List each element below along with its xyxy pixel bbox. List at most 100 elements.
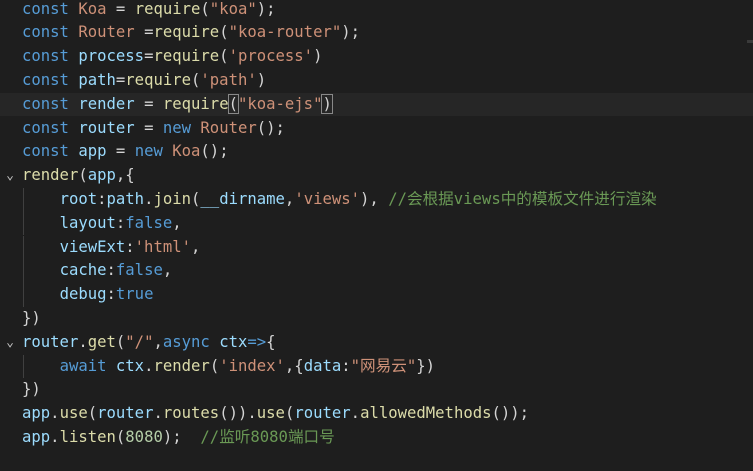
code-token: = xyxy=(134,118,163,137)
code-token: 'views' xyxy=(294,189,361,208)
code-token: data xyxy=(303,356,342,375)
code-line[interactable]: cache:false, xyxy=(0,259,753,284)
code-token: const xyxy=(22,70,69,89)
code-line[interactable]: const Koa = require("koa"); xyxy=(0,0,753,21)
code-token: router xyxy=(78,118,135,137)
code-line[interactable]: layout:false, xyxy=(0,211,753,236)
code-token: Router xyxy=(78,23,135,42)
code-line[interactable]: debug:true xyxy=(0,283,753,307)
code-line[interactable]: const router = new Router(); xyxy=(0,117,753,141)
code-token: : xyxy=(106,261,116,280)
code-token: render xyxy=(78,94,135,113)
code-token: listen xyxy=(59,427,116,446)
code-token: true xyxy=(115,285,154,304)
fold-chevron-icon[interactable]: ⌄ xyxy=(2,164,18,188)
code-token: app xyxy=(22,404,51,423)
scrollbar-marker xyxy=(747,40,753,43)
code-token: ( xyxy=(227,93,240,114)
code-token: new xyxy=(162,118,192,137)
code-token: ( xyxy=(219,23,229,42)
code-token: ctx xyxy=(115,356,145,375)
code-line[interactable]: }) xyxy=(0,378,753,402)
code-token: "koa-ejs" xyxy=(237,94,323,113)
code-editor[interactable]: const Koa = require("koa"); const Router … xyxy=(0,0,753,471)
code-token: ( xyxy=(115,332,126,351)
code-token: = xyxy=(134,94,163,113)
code-line[interactable]: const app = new Koa(); xyxy=(0,140,753,164)
code-token: router xyxy=(22,332,79,351)
code-token: : xyxy=(115,213,126,232)
code-text: cache:false, xyxy=(22,259,173,283)
code-token: await xyxy=(59,356,107,375)
code-line[interactable]: viewExt:'html', xyxy=(0,235,753,260)
code-token: const xyxy=(22,23,69,42)
code-line[interactable]: app.listen(8080); //监听8080端口号 xyxy=(0,426,753,450)
code-token: async xyxy=(162,332,210,351)
code-text: router.get("/",async ctx=>{ xyxy=(22,331,276,355)
code-token: require xyxy=(162,94,229,113)
code-token: ctx xyxy=(219,332,248,351)
code-token: viewExt xyxy=(59,237,126,256)
code-line[interactable]: const path=require('path') xyxy=(0,69,753,93)
code-line[interactable]: const Router =require("koa-router"); xyxy=(0,21,753,45)
code-token: render xyxy=(22,166,79,185)
fold-chevron-icon[interactable]: ⌄ xyxy=(2,331,18,355)
code-line[interactable]: await ctx.render('index',{data:"网易云"}) xyxy=(0,354,753,379)
code-token: 'index' xyxy=(219,356,285,375)
code-token: use xyxy=(59,404,88,423)
code-token: . xyxy=(50,427,60,446)
code-token: ( xyxy=(191,189,201,208)
code-token: ); xyxy=(256,0,276,18)
code-line[interactable]: const render = require("koa-ejs") xyxy=(0,92,753,117)
code-token: }) xyxy=(416,356,435,375)
code-line[interactable]: app.use(router.routes()).use(router.allo… xyxy=(0,402,753,426)
code-token: ) xyxy=(256,70,267,89)
code-token: //监听8080端口号 xyxy=(200,427,335,446)
code-token: = xyxy=(106,142,135,161)
code-token: app xyxy=(87,166,116,185)
code-token: app xyxy=(78,142,107,161)
code-token: }) xyxy=(22,380,41,399)
code-token: const xyxy=(22,0,69,18)
code-text: const Koa = require("koa"); xyxy=(22,0,276,21)
code-token: allowedMethods xyxy=(360,404,492,423)
code-line[interactable]: ⌄ router.get("/",async ctx=>{ xyxy=(0,331,753,355)
code-token: (); xyxy=(200,142,229,161)
code-token: debug xyxy=(59,285,107,304)
code-line[interactable]: root:path.join(__dirname,'views'), //会根据… xyxy=(0,187,753,212)
code-line[interactable]: }) xyxy=(0,307,753,331)
code-token: layout xyxy=(59,213,116,232)
code-text: app.listen(8080); //监听8080端口号 xyxy=(22,426,335,450)
code-token: process xyxy=(78,47,145,66)
code-text: }) xyxy=(22,307,41,331)
code-token: routes xyxy=(162,404,220,423)
code-token: Koa xyxy=(78,0,107,18)
code-token: const xyxy=(22,94,69,113)
code-token: = xyxy=(115,70,126,89)
code-text: app.use(router.routes()).use(router.allo… xyxy=(22,402,529,426)
code-token: use xyxy=(256,404,285,423)
code-line[interactable]: ⌄ render(app,{ xyxy=(0,164,753,188)
code-token: false xyxy=(125,213,173,232)
code-token: 8080 xyxy=(125,427,163,446)
code-line[interactable]: const process=require('process') xyxy=(0,45,753,69)
code-text: await ctx.render('index',{data:"网易云"}) xyxy=(22,355,435,379)
code-token: . xyxy=(50,404,60,423)
code-text: const path=require('path') xyxy=(22,69,266,93)
code-token: "koa" xyxy=(209,0,257,18)
code-text: const app = new Koa(); xyxy=(22,140,229,164)
code-text: const router = new Router(); xyxy=(22,117,285,141)
code-token: path xyxy=(78,70,116,89)
code-token: render xyxy=(153,356,210,375)
code-text: const Router =require("koa-router"); xyxy=(22,21,360,45)
